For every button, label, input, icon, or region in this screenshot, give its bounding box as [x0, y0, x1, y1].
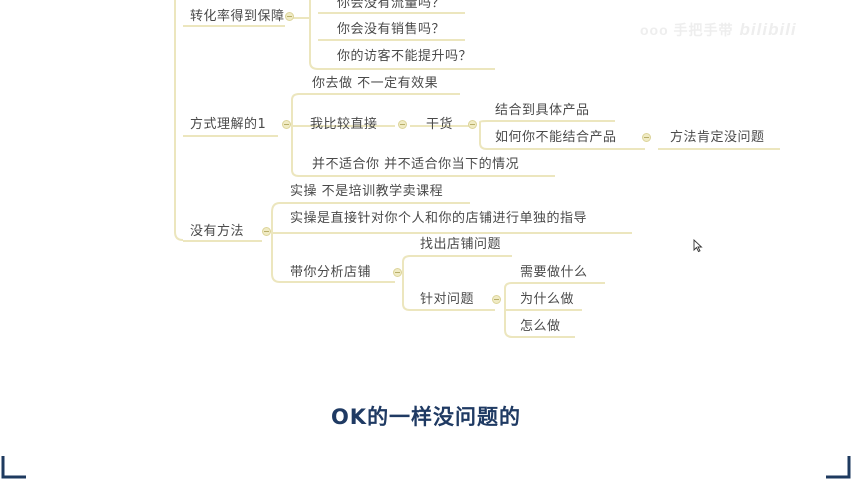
node-direct[interactable]: 我比较直接 [310, 117, 378, 133]
node-practice-direct-guidance[interactable]: 实操是直接针对你个人和你的店铺进行单独的指导 [290, 211, 587, 227]
node-practice-not-course[interactable]: 实操 不是培训教学卖课程 [290, 184, 443, 200]
node-target-problems[interactable]: 针对问题 [420, 292, 474, 308]
frame-corner-bottom-left [1, 456, 26, 479]
node-combine-product[interactable]: 结合到具体产品 [495, 103, 590, 119]
collapse-toggle-icon[interactable] [262, 227, 271, 236]
collapse-toggle-icon[interactable] [468, 120, 477, 129]
collapse-toggle-icon[interactable] [642, 133, 651, 142]
collapse-toggle-icon[interactable] [398, 120, 407, 129]
node-practical-content[interactable]: 干货 [426, 117, 453, 133]
watermark-text: ooo 手把手带 [640, 22, 734, 38]
collapse-toggle-icon[interactable] [282, 120, 291, 129]
collapse-toggle-icon[interactable] [285, 12, 294, 21]
node-not-suitable[interactable]: 并不适合你 并不适合你当下的情况 [312, 157, 519, 173]
video-subtitle: OK的一样没问题的 [330, 405, 522, 429]
node-cannot-combine[interactable]: 如何你不能结合产品 [495, 130, 617, 146]
node-find-problems[interactable]: 找出店铺问题 [420, 237, 501, 253]
node-do-not-guarantee[interactable]: 你去做 不一定有效果 [312, 76, 438, 92]
mouse-pointer-icon [693, 239, 703, 253]
node-what-to-do[interactable]: 需要做什么 [520, 265, 588, 281]
node-method-fine[interactable]: 方法肯定没问题 [670, 130, 765, 146]
node-analyze-store[interactable]: 带你分析店铺 [290, 265, 371, 281]
video-watermark: ooo 手把手带 bilibili [640, 20, 797, 40]
node-why-do[interactable]: 为什么做 [520, 292, 574, 308]
collapse-toggle-icon[interactable] [393, 268, 402, 277]
frame-corner-bottom-right [826, 456, 851, 479]
node-visitor-question[interactable]: 你的访客不能提升吗？ [337, 49, 472, 65]
node-traffic-question[interactable]: 你会没有流量吗？ [337, 0, 445, 12]
node-how-to-do[interactable]: 怎么做 [520, 319, 561, 335]
node-understanding-method[interactable]: 方式理解的1 [190, 117, 266, 133]
node-sales-question[interactable]: 你会没有销售吗？ [337, 22, 445, 38]
bilibili-logo: bilibili [739, 20, 797, 39]
node-conversion-guarantee[interactable]: 转化率得到保障 [190, 9, 285, 25]
node-no-method[interactable]: 没有方法 [190, 224, 244, 240]
collapse-toggle-icon[interactable] [492, 295, 501, 304]
